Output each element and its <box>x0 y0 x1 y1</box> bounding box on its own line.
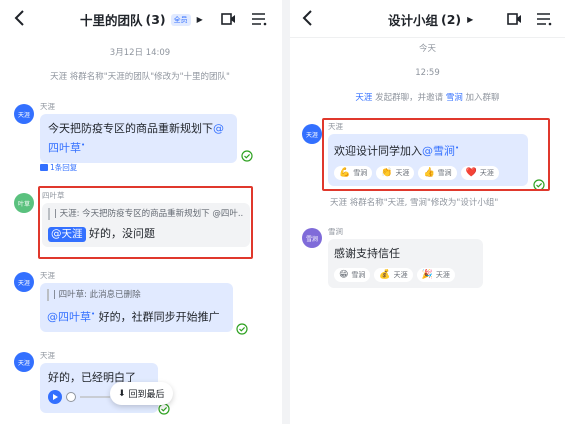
video-call-icon[interactable] <box>220 10 238 28</box>
read-check-icon <box>236 320 248 335</box>
reaction[interactable]: 😁 雪涧 <box>334 268 371 282</box>
avatar[interactable]: 天涯 <box>14 352 34 372</box>
caret-right-icon: ▶ <box>196 15 203 24</box>
reaction[interactable]: 🎉 天涯 <box>416 268 455 282</box>
play-icon[interactable] <box>48 390 62 404</box>
avatar[interactable]: 天涯 <box>14 104 34 124</box>
reply-count: 1条回复 <box>50 163 78 172</box>
message-bubble[interactable]: 今天把防疫专区的商品重新规划下@四叶草• <box>40 114 237 163</box>
date-label: 今天 <box>418 44 436 54</box>
header-divider <box>290 37 565 38</box>
back-icon[interactable] <box>10 8 30 28</box>
reaction-user: 天涯 <box>393 271 408 279</box>
quoted-message[interactable]: | 四叶草: 此消息已删除 <box>47 289 226 301</box>
video-call-icon[interactable] <box>506 10 524 28</box>
highlight-box <box>322 118 550 191</box>
reaction-user: 雪涧 <box>351 271 366 279</box>
arrow-down-icon: ⬇ <box>118 388 126 399</box>
avatar[interactable]: 天涯 <box>302 124 322 144</box>
highlight-box <box>38 186 253 259</box>
chat-title-text: 十里的团队 <box>80 13 143 28</box>
left-chat-panel: 十里的团队 (3) 全员 ▶ 3月12日 14:09 天涯 将群名称"天涯的团队… <box>0 0 280 424</box>
panel-divider <box>282 0 290 424</box>
reaction-user: 天涯 <box>435 271 450 279</box>
sender-name: 天涯 <box>40 351 55 360</box>
chat-title[interactable]: 十里的团队 (3) 全员 ▶ <box>80 10 203 29</box>
avatar[interactable]: 叶草 <box>14 193 34 213</box>
sender-name: 天涯 <box>40 271 55 280</box>
avatar[interactable]: 天涯 <box>14 272 34 292</box>
sender-name: 雪涧 <box>328 227 343 236</box>
caret-right-icon: ▶ <box>467 15 474 24</box>
user-link[interactable]: 雪涧 <box>446 93 463 103</box>
system-message: 天涯 将群名称"天涯, 雪涧"修改为"设计小组" <box>330 198 499 208</box>
mention[interactable]: @四叶草 <box>47 311 91 324</box>
thread-reply-link[interactable]: 1条回复 <box>40 162 77 173</box>
reaction-emoji: 😁 <box>339 270 349 280</box>
reply-icon <box>40 164 48 171</box>
member-count: (2) <box>441 12 462 27</box>
system-message: 天涯 将群名称"天涯的团队"修改为"十里的团队" <box>50 72 230 82</box>
reaction-emoji: 🎉 <box>421 270 433 280</box>
chat-header: 设计小组 (2) ▶ <box>290 0 565 40</box>
user-link[interactable]: 天涯 <box>355 93 372 103</box>
chat-title-text: 设计小组 <box>388 13 439 28</box>
message-text: 好的，社群同步开始推广 <box>95 310 220 324</box>
system-text: 加入群聊 <box>462 93 500 103</box>
chat-title[interactable]: 设计小组 (2) ▶ <box>388 10 473 29</box>
back-icon[interactable] <box>298 8 318 28</box>
reaction[interactable]: 💰 天涯 <box>374 268 413 282</box>
reaction-list: 😁 雪涧 💰 天涯 🎉 天涯 <box>334 268 477 282</box>
menu-icon[interactable] <box>250 10 268 28</box>
member-count: (3) <box>145 12 166 27</box>
read-check-icon <box>241 147 253 162</box>
avatar[interactable]: 雪涧 <box>302 228 322 248</box>
menu-icon[interactable] <box>535 10 553 28</box>
audio-track[interactable] <box>80 396 110 398</box>
jump-label: 回到最后 <box>128 390 165 400</box>
reaction-emoji: 💰 <box>379 270 391 280</box>
system-text: 发起群聊，并邀请 <box>372 93 446 103</box>
jump-to-latest-button[interactable]: ⬇ 回到最后 <box>110 382 173 405</box>
message-text: 今天把防疫专区的商品重新规划下 <box>48 122 213 135</box>
all-members-badge: 全员 <box>170 13 191 26</box>
chat-header: 十里的团队 (3) 全员 ▶ <box>0 0 280 40</box>
sender-name: 天涯 <box>40 102 55 111</box>
system-message: 天涯 发起群聊，并邀请 雪涧 加入群聊 <box>290 91 565 103</box>
timestamp: 3月12日 14:09 <box>109 48 171 58</box>
message-bubble[interactable]: | 四叶草: 此消息已删除 @四叶草• 好的，社群同步开始推广 <box>40 283 233 332</box>
time-label: 12:59 <box>415 68 440 78</box>
seek-handle[interactable] <box>66 392 76 402</box>
message-bubble[interactable]: 感谢支持信任 😁 雪涧 💰 天涯 🎉 天涯 <box>328 239 483 288</box>
message-text: 感谢支持信任 <box>334 247 400 260</box>
right-chat-panel: 设计小组 (2) ▶ 今天 12:59 天涯 发起群聊，并邀请 雪涧 加入群聊 … <box>290 0 565 424</box>
